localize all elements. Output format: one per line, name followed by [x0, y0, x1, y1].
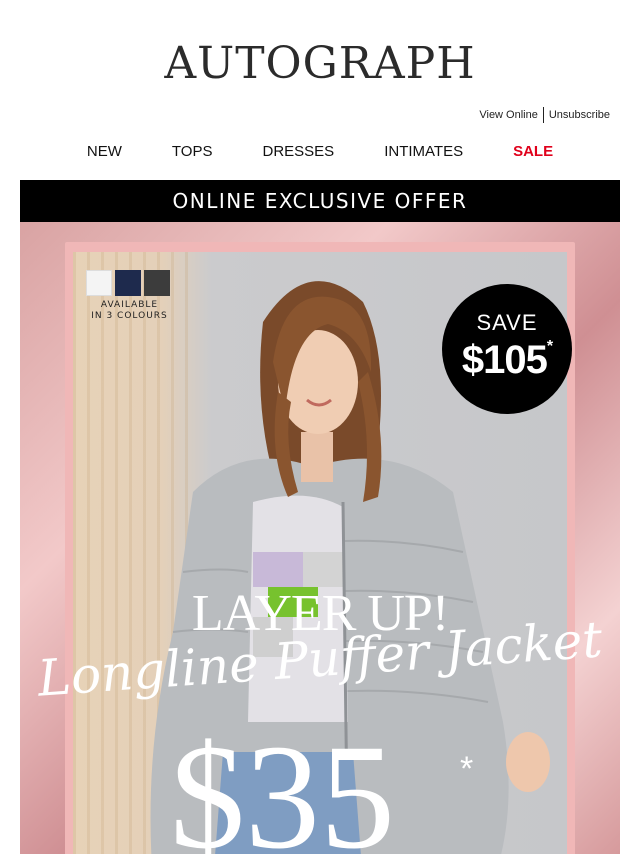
- offer-banner[interactable]: ONLINE EXCLUSIVE OFFER: [20, 180, 620, 222]
- nav-item-dresses[interactable]: DRESSES: [262, 143, 334, 160]
- hero-banner[interactable]: AVAILABLE IN 3 COLOURS SAVE $105* LAYER …: [20, 222, 620, 854]
- availability-text: AVAILABLE IN 3 COLOURS: [82, 300, 177, 322]
- nav-item-new[interactable]: NEW: [87, 143, 122, 160]
- nav-item-intimates[interactable]: INTIMATES: [384, 143, 463, 160]
- utility-links: View Online Unsubscribe: [479, 107, 610, 123]
- swatch-navy: [115, 270, 141, 296]
- availability-line-1: AVAILABLE: [100, 300, 159, 310]
- save-badge: SAVE $105*: [442, 284, 572, 414]
- save-asterisk: *: [546, 338, 553, 355]
- save-amount: $105*: [442, 338, 572, 383]
- view-online-link[interactable]: View Online: [479, 109, 538, 121]
- save-label: SAVE: [476, 310, 538, 335]
- price-asterisk: *: [460, 750, 474, 788]
- availability-line-2: IN 3 COLOURS: [91, 311, 168, 321]
- divider: [542, 107, 544, 123]
- nav-item-sale[interactable]: SALE: [513, 143, 553, 160]
- main-nav: NEW TOPS DRESSES INTIMATES SALE: [0, 143, 640, 160]
- unsubscribe-link[interactable]: Unsubscribe: [549, 109, 610, 121]
- color-swatches: [86, 270, 170, 296]
- swatch-charcoal: [144, 270, 170, 296]
- nav-item-tops[interactable]: TOPS: [172, 143, 213, 160]
- save-amount-value: $105: [461, 338, 548, 382]
- swatch-white: [86, 270, 112, 296]
- brand-logo[interactable]: AUTOGRAPH: [0, 38, 640, 90]
- product-price: $35: [170, 714, 395, 854]
